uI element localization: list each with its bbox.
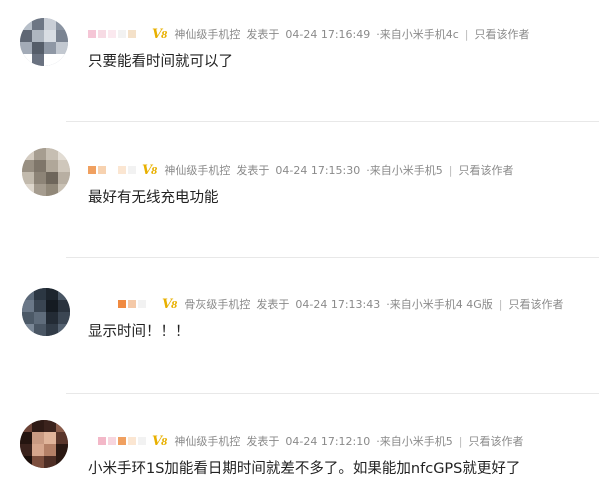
posted-label: 发表于	[246, 28, 280, 41]
comment-meta: V8 神仙级手机控 发表于 04-24 17:15:30 ·来自小米手机5 | …	[88, 162, 513, 178]
user-level: 神仙级手机控	[174, 28, 241, 41]
comment-text: 最好有无线充电功能	[88, 190, 219, 206]
user-level: 神仙级手机控	[164, 164, 231, 177]
comment-meta: V8 神仙级手机控 发表于 04-24 17:12:10 ·来自小米手机5 | …	[98, 433, 523, 449]
comment-text: 显示时间！！！	[88, 324, 190, 340]
comment-item: V8 神仙级手机控 发表于 04-24 17:16:49 ·来自小米手机4c |…	[0, 0, 599, 122]
comment-item: V8 神仙级手机控 发表于 04-24 17:12:10 ·来自小米手机5 | …	[0, 394, 599, 499]
separator: |	[498, 297, 503, 311]
separator: |	[464, 27, 469, 41]
posted-label: 发表于	[236, 164, 270, 177]
posted-label: 发表于	[246, 435, 280, 448]
avatar[interactable]	[20, 18, 68, 66]
author-only-link[interactable]: 只看该作者	[508, 296, 563, 312]
post-time: 04-24 17:16:49	[285, 27, 371, 41]
user-level: 骨灰级手机控	[184, 298, 251, 311]
avatar[interactable]	[22, 288, 70, 336]
comment-text: 只要能看时间就可以了	[88, 54, 233, 70]
comment-meta: V8 骨灰级手机控 发表于 04-24 17:13:43 ·来自小米手机4 4G…	[118, 296, 563, 312]
post-device: ·来自小米手机4c	[376, 28, 459, 41]
post-time: 04-24 17:13:43	[295, 297, 381, 311]
post-time: 04-24 17:15:30	[275, 163, 361, 177]
vip-badge-icon: V8	[152, 26, 167, 42]
username-pixelated[interactable]	[98, 437, 146, 445]
avatar[interactable]	[20, 420, 68, 468]
author-only-link[interactable]: 只看该作者	[475, 26, 530, 42]
comment-item: V8 骨灰级手机控 发表于 04-24 17:13:43 ·来自小米手机4 4G…	[0, 258, 599, 394]
posted-label: 发表于	[256, 298, 290, 311]
author-only-link[interactable]: 只看该作者	[458, 162, 513, 178]
post-device: ·来自小米手机5	[376, 435, 453, 448]
post-device: ·来自小米手机4 4G版	[386, 298, 493, 311]
vip-badge-icon: V8	[142, 162, 157, 178]
user-level: 神仙级手机控	[174, 435, 241, 448]
username-pixelated[interactable]	[118, 300, 156, 308]
vip-badge-icon: V8	[162, 296, 177, 312]
post-time: 04-24 17:12:10	[285, 434, 371, 448]
separator: |	[448, 163, 453, 177]
username-pixelated[interactable]	[88, 30, 146, 38]
comment-text: 小米手环1S加能看日期时间就差不多了。如果能加nfcGPS就更好了	[88, 461, 521, 477]
vip-badge-icon: V8	[152, 433, 167, 449]
post-device: ·来自小米手机5	[366, 164, 443, 177]
separator: |	[458, 434, 463, 448]
author-only-link[interactable]: 只看该作者	[468, 433, 523, 449]
username-pixelated[interactable]	[88, 166, 136, 174]
comment-item: V8 神仙级手机控 发表于 04-24 17:15:30 ·来自小米手机5 | …	[0, 122, 599, 258]
avatar[interactable]	[22, 148, 70, 196]
comment-meta: V8 神仙级手机控 发表于 04-24 17:16:49 ·来自小米手机4c |…	[88, 26, 530, 42]
